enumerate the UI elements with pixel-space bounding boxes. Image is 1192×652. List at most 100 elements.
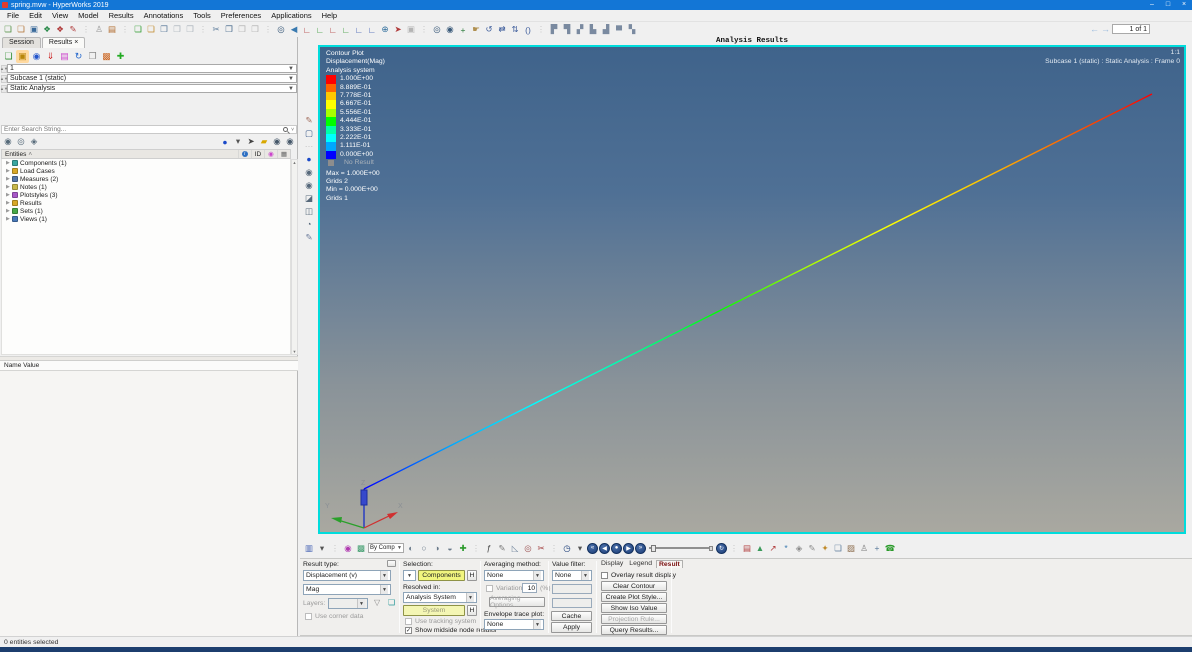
column-info[interactable]: i — [237, 150, 251, 158]
section-cut-icon[interactable]: ✂ — [535, 542, 547, 554]
session-browser-icon[interactable]: ♙ — [858, 542, 870, 554]
copy-icon[interactable]: ❐ — [223, 24, 235, 36]
tab-results[interactable]: Results × — [41, 37, 86, 48]
pointer-mode-icon[interactable]: ➤ — [392, 24, 404, 36]
save-all-icon[interactable]: ▣ — [28, 24, 40, 36]
center-view-icon[interactable]: () — [522, 24, 534, 36]
eye-previous-icon[interactable]: ◉ — [303, 179, 315, 191]
tree-scrollbar[interactable]: ▲ ▼ — [291, 159, 298, 355]
separator[interactable]: ⋯ — [303, 140, 315, 152]
expand-caret-icon[interactable]: ▶ — [6, 160, 10, 166]
entities-title[interactable]: Entities — [2, 151, 26, 158]
open-session-icon[interactable]: ❏ — [2, 24, 14, 36]
tree-item-sets[interactable]: ▶ Sets (1) — [2, 207, 290, 215]
zoom-window-icon[interactable]: ◎ — [431, 24, 443, 36]
view-iso-icon[interactable]: ⊕ — [379, 24, 391, 36]
contour-edit-icon[interactable]: ✎ — [806, 542, 818, 554]
tree-item-views[interactable]: ▶ Views (1) — [2, 215, 290, 223]
envelope-trace-combo[interactable]: None ▼ — [484, 619, 544, 630]
menu-tools[interactable]: Tools — [189, 10, 215, 21]
spring-element-line[interactable] — [363, 93, 1153, 490]
arrows-vertical-icon[interactable]: ⇅ — [509, 24, 521, 36]
subtab-result[interactable]: Result — [655, 560, 683, 568]
maximize-button[interactable]: □ — [1160, 0, 1176, 10]
layers-combo[interactable]: ▼ — [328, 598, 368, 609]
components-h-button[interactable]: H — [467, 570, 477, 581]
display-lens-icon[interactable]: ● — [219, 136, 231, 148]
minimize-button[interactable]: – — [1144, 0, 1160, 10]
tab-session[interactable]: Session — [2, 37, 41, 48]
swap-pages-icon[interactable]: ❒ — [184, 24, 196, 36]
eye-capture-icon[interactable]: ◪ — [303, 192, 315, 204]
menu-model[interactable]: Model — [74, 10, 102, 21]
brush-icon[interactable]: ✎ — [303, 231, 315, 243]
feature-lines-icon[interactable]: ◒ — [444, 542, 456, 554]
first-frame-button[interactable]: « — [587, 542, 598, 554]
export-curve-icon[interactable]: ✎ — [67, 24, 79, 36]
view-right-icon[interactable]: ∟ — [340, 24, 352, 36]
show-midside-checkbox[interactable]: ✓ — [405, 627, 412, 634]
spring-node-marker[interactable] — [360, 489, 368, 506]
eye-mask-icon[interactable]: ◔ — [303, 218, 315, 230]
measure-create-icon[interactable]: ◺ — [509, 542, 521, 554]
zoom-dynamic-icon[interactable]: ◉ — [444, 24, 456, 36]
expand-caret-icon[interactable]: ▶ — [6, 216, 10, 222]
system-collector-button[interactable]: System — [403, 605, 465, 616]
import-icon[interactable]: ❖ — [54, 24, 66, 36]
iso-toggle-icon[interactable]: ▲ — [754, 542, 766, 554]
organize-icon[interactable]: ❖ — [41, 24, 53, 36]
separator[interactable]: ⋮ — [535, 24, 547, 36]
show-hide-eye-icon[interactable]: ◉ — [271, 136, 283, 148]
expand-caret-icon[interactable]: ▶ — [6, 192, 10, 198]
tile-horizontal-icon[interactable]: ▛ — [548, 24, 560, 36]
search-icon[interactable] — [283, 127, 289, 132]
tile-vertical-icon[interactable]: ▜ — [561, 24, 573, 36]
menu-edit[interactable]: Edit — [25, 10, 46, 21]
menu-help[interactable]: Help — [318, 10, 341, 21]
paste-special-icon[interactable]: ❒ — [249, 24, 261, 36]
selection-type-combo[interactable]: ▼ — [403, 570, 416, 581]
copy-file-icon[interactable]: ❐ — [86, 50, 99, 63]
selector-arrow-icon[interactable]: ➤ — [245, 136, 257, 148]
tab-close-icon[interactable]: × — [74, 39, 78, 46]
show-one-eye-icon[interactable]: ◉ — [284, 136, 296, 148]
tree-item-components[interactable]: ▶ Components (1) — [2, 159, 290, 167]
load-model-icon[interactable]: ◉ — [30, 50, 43, 63]
tile-wide-icon[interactable]: ▙ — [587, 24, 599, 36]
session-new-icon[interactable]: ❏ — [2, 50, 15, 63]
use-tracking-system-checkbox[interactable] — [405, 618, 412, 625]
show-entities-icon[interactable]: ◉ — [2, 136, 14, 148]
tensor-toggle-icon[interactable]: * — [780, 542, 792, 554]
tile-tall-icon[interactable]: ▟ — [600, 24, 612, 36]
tree-item-results[interactable]: ▶ Results — [2, 199, 290, 207]
separator[interactable]: ⋮ — [80, 24, 92, 36]
shaded-mesh-icon[interactable]: ◐ — [405, 542, 417, 554]
value-filter-min-field[interactable] — [552, 584, 592, 594]
highlight-icon[interactable]: ▰ — [258, 136, 270, 148]
tree-item-measures[interactable]: ▶ Measures (2) — [2, 175, 290, 183]
variation-checkbox[interactable] — [486, 585, 493, 592]
previous-view-icon[interactable]: ◀ — [288, 24, 300, 36]
eye-restore-icon[interactable]: ◉ — [303, 166, 315, 178]
averaging-options-button[interactable]: Averaging Options... — [489, 595, 545, 609]
expand-window-icon[interactable]: ❐ — [171, 24, 183, 36]
separator[interactable]: ⋮ — [470, 542, 482, 554]
result-display-icon[interactable]: ▩ — [355, 542, 367, 554]
scroll-up-icon[interactable]: ▲ — [293, 160, 297, 165]
snapshot-icon[interactable]: ▣ — [405, 24, 417, 36]
page-edit-icon[interactable]: ✎ — [303, 114, 315, 126]
menu-results[interactable]: Results — [105, 10, 138, 21]
mask-add-icon[interactable]: ✚ — [457, 542, 469, 554]
resolved-in-combo[interactable]: Analysis System ▼ — [403, 592, 477, 603]
search-options-icon[interactable]: ˅ — [291, 127, 294, 133]
expand-caret-icon[interactable]: ▶ — [6, 200, 10, 206]
page-number-field[interactable]: 1 of 1 — [1112, 23, 1150, 34]
tree-item-load-cases[interactable]: ▶ Load Cases — [2, 167, 290, 175]
object-window-icon[interactable]: ❏ — [832, 542, 844, 554]
legend-colors-icon[interactable]: ◉ — [342, 542, 354, 554]
search-input[interactable] — [2, 126, 284, 133]
user-profile-icon[interactable]: ♙ — [93, 24, 105, 36]
result-display-combo[interactable]: By Comp ▼ — [368, 543, 404, 553]
paste-icon[interactable]: ❒ — [236, 24, 248, 36]
show-iso-value-button[interactable]: Show Iso Value — [601, 603, 667, 613]
